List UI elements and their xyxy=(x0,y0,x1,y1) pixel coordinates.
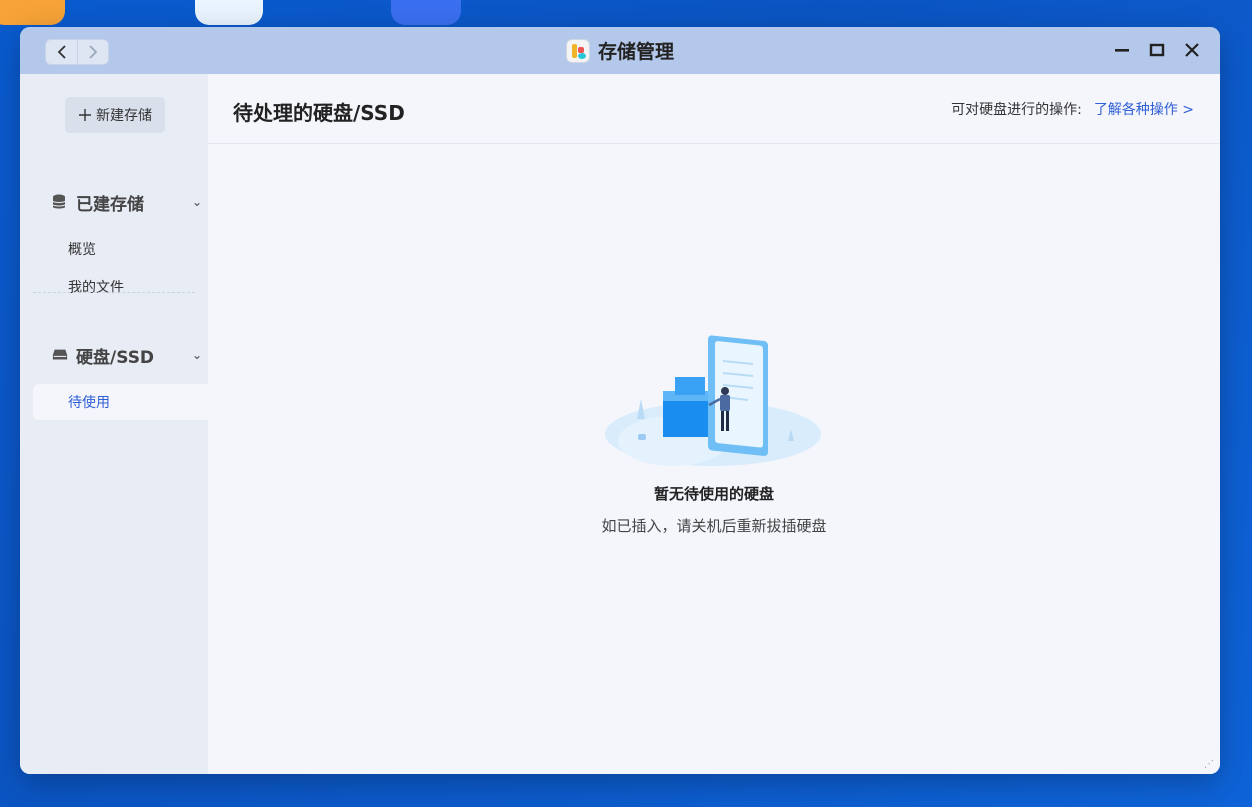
window-controls xyxy=(1113,39,1200,61)
database-icon xyxy=(52,194,68,210)
section-built-storage[interactable]: 已建存储 ⌄ xyxy=(52,187,202,217)
main-content: 待处理的硬盘/SSD 可对硬盘进行的操作: 了解各种操作 > 暂无待使用的硬盘 … xyxy=(208,74,1220,774)
desktop-app-icon[interactable] xyxy=(391,0,461,25)
drive-icon xyxy=(52,348,68,362)
maximize-button[interactable] xyxy=(1148,39,1165,61)
section-disks[interactable]: 硬盘/SSD ⌄ xyxy=(52,340,202,370)
minimize-icon xyxy=(1114,49,1129,52)
sidebar-divider xyxy=(33,292,195,293)
maximize-icon xyxy=(1149,43,1164,57)
desktop-app-icon[interactable] xyxy=(195,0,263,25)
empty-disk-illustration xyxy=(605,335,821,466)
sidebar-item-label: 概览 xyxy=(68,242,96,258)
operations-text: 可对硬盘进行的操作: xyxy=(951,102,1082,118)
minimize-button[interactable] xyxy=(1113,39,1130,61)
empty-state-title: 暂无待使用的硬盘 xyxy=(653,485,774,503)
chevron-down-icon[interactable]: ⌄ xyxy=(192,195,202,209)
sidebar-item-overview[interactable]: 概览 xyxy=(33,231,208,267)
operations-link[interactable]: 了解各种操作 > xyxy=(1094,99,1194,119)
sidebar-item-my-files[interactable]: 我的文件 xyxy=(33,269,208,305)
section-label: 硬盘/SSD xyxy=(76,347,155,368)
plus-icon xyxy=(79,109,91,121)
window-title-group: 存储管理 xyxy=(565,37,674,64)
storage-manager-window: 存储管理 新建存储 已建存储 ⌄ 概览 我的文件 硬盘/SSD ⌄ 待使用 待处… xyxy=(20,27,1220,774)
forward-button[interactable] xyxy=(77,40,108,64)
new-storage-label: 新建存储 xyxy=(96,108,152,124)
page-title: 待处理的硬盘/SSD xyxy=(233,101,405,125)
section-label: 已建存储 xyxy=(76,194,144,215)
sidebar-item-pending[interactable]: 待使用 xyxy=(33,384,208,420)
close-icon xyxy=(1184,43,1199,57)
chevron-left-icon xyxy=(57,45,66,59)
new-storage-button[interactable]: 新建存储 xyxy=(65,97,165,133)
resize-grip[interactable]: ⋰ xyxy=(1204,759,1214,770)
back-button[interactable] xyxy=(46,40,77,64)
title-bar: 存储管理 xyxy=(20,27,1220,74)
sidebar-item-label: 待使用 xyxy=(68,395,110,411)
desktop-app-icon[interactable] xyxy=(0,0,65,25)
storage-app-icon xyxy=(565,38,590,63)
chevron-down-icon[interactable]: ⌄ xyxy=(192,348,202,362)
empty-state-subtitle: 如已插入，请关机后重新拔插硬盘 xyxy=(601,517,827,535)
sidebar-item-label: 我的文件 xyxy=(68,280,124,296)
main-header: 待处理的硬盘/SSD 可对硬盘进行的操作: 了解各种操作 > xyxy=(208,74,1220,144)
nav-buttons xyxy=(45,39,109,65)
chevron-right-icon xyxy=(89,45,98,59)
close-button[interactable] xyxy=(1183,39,1200,61)
operations-hint: 可对硬盘进行的操作: 了解各种操作 > xyxy=(951,99,1194,119)
window-title: 存储管理 xyxy=(597,41,674,63)
sidebar: 新建存储 已建存储 ⌄ 概览 我的文件 硬盘/SSD ⌄ 待使用 xyxy=(20,74,208,774)
